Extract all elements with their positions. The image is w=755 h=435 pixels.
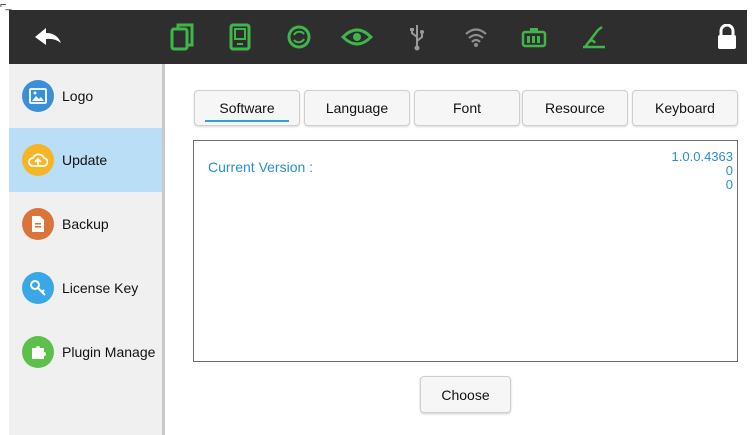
tab-resource[interactable]: Resource <box>522 90 628 126</box>
tab-keyboard[interactable]: Keyboard <box>632 90 738 126</box>
version-values: 1.0.0.4363 0 0 <box>672 150 733 192</box>
top-toolbar <box>9 10 747 64</box>
sync-icon[interactable] <box>282 21 316 53</box>
backup-doc-icon <box>22 208 54 240</box>
sidebar-item-backup[interactable]: Backup <box>9 192 162 256</box>
tab-label: Font <box>452 100 481 116</box>
tablet-icon[interactable] <box>223 21 257 53</box>
sidebar-item-label: Logo <box>62 88 94 104</box>
sidebar-item-update[interactable]: Update <box>9 128 162 192</box>
sidebar: Logo Update Backup License Key Plugin Ma… <box>9 64 165 435</box>
back-arrow-icon[interactable] <box>31 21 65 53</box>
version-panel: Current Version : 1.0.0.4363 0 0 <box>193 140 738 362</box>
tab-font[interactable]: Font <box>414 90 520 126</box>
choose-button-label: Choose <box>441 386 490 403</box>
sidebar-item-label: Update <box>62 152 108 168</box>
tab-label: Language <box>325 100 389 116</box>
version-value: 0 <box>725 177 733 192</box>
tab-software[interactable]: Software <box>194 90 300 126</box>
tab-label: Keyboard <box>655 100 715 116</box>
current-version-label: Current Version : <box>208 159 314 175</box>
version-value: 0 <box>725 163 733 178</box>
sidebar-item-logo[interactable]: Logo <box>9 64 162 128</box>
version-value: 1.0.0.4363 <box>671 149 733 164</box>
usb-icon[interactable] <box>400 21 434 53</box>
image-icon <box>22 80 54 112</box>
sidebar-item-label: Plugin Manage <box>62 344 156 360</box>
sidebar-item-license-key[interactable]: License Key <box>9 256 162 320</box>
sidebar-item-label: Backup <box>62 216 109 232</box>
choose-button[interactable]: Choose <box>420 376 511 413</box>
key-icon <box>22 272 54 304</box>
eye-icon[interactable] <box>340 21 374 53</box>
puzzle-icon <box>22 336 54 368</box>
measure-icon[interactable] <box>577 21 611 53</box>
sidebar-item-label: License Key <box>62 280 139 296</box>
battery-icon <box>518 21 552 53</box>
copy-screen-icon[interactable] <box>165 21 199 53</box>
tab-language[interactable]: Language <box>304 90 410 126</box>
wifi-icon[interactable] <box>459 21 493 53</box>
lock-icon[interactable] <box>710 21 744 53</box>
tab-label: Software <box>219 100 275 116</box>
active-tab-indicator <box>205 120 289 122</box>
cloud-upload-icon <box>22 144 54 176</box>
sidebar-item-plugin-manage[interactable]: Plugin Manage <box>9 320 162 384</box>
tab-label: Resource <box>545 100 605 116</box>
